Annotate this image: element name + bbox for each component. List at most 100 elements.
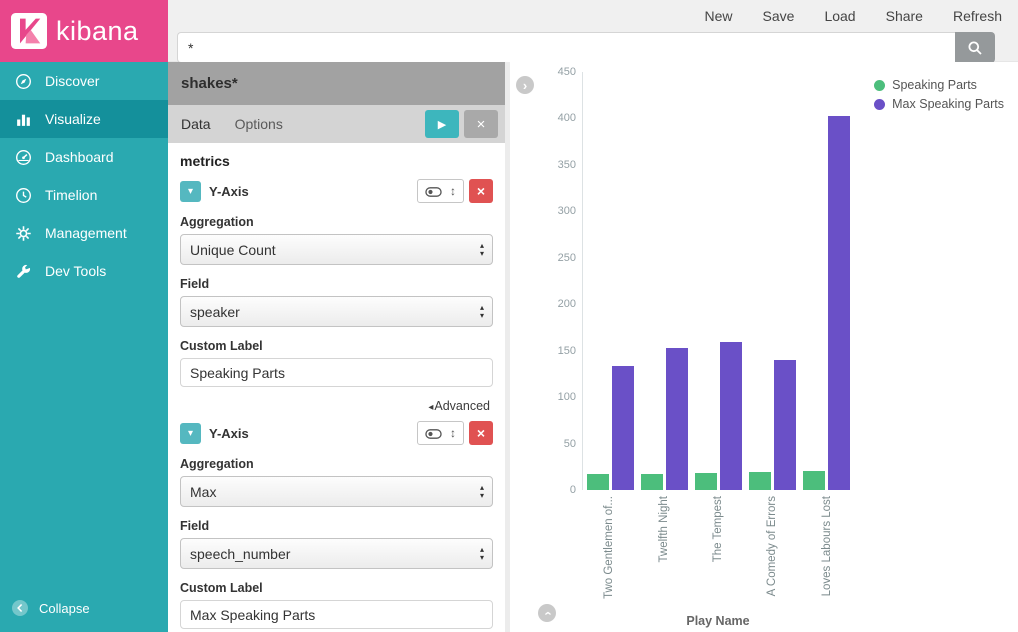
metrics-heading: metrics (180, 153, 493, 169)
x-tick-label: Two Gentlemen of... (603, 496, 615, 599)
y-tick-label: 350 (558, 159, 576, 171)
sidebar-item-visualize[interactable]: Visualize (0, 100, 168, 138)
topnav-refresh[interactable]: Refresh (953, 8, 1002, 24)
triangle-left-icon: ◂ (428, 402, 433, 413)
custom-label-input[interactable] (180, 600, 493, 629)
close-icon: × (477, 116, 486, 133)
bar[interactable] (695, 473, 717, 490)
aggregation-select[interactable]: Unique Count ▴▾ (180, 234, 493, 265)
visualize-icon (15, 111, 32, 128)
remove-agg-button[interactable]: × (469, 421, 493, 445)
sidebar-item-discover[interactable]: Discover (0, 62, 168, 100)
tab-options[interactable]: Options (235, 116, 283, 132)
field-select-value: speaker (190, 304, 240, 320)
bar[interactable] (828, 116, 850, 490)
x-tick-cell: Twelfth Night (636, 496, 690, 618)
x-tick-label: Loves Labours Lost (821, 496, 833, 596)
vis-editor-panel: shakes* Data Options ▶ × metrics ▾ Y-Axi… (168, 62, 505, 632)
y-axis: 050100150200250300350400450 (536, 72, 576, 490)
kibana-logo-icon (11, 13, 47, 49)
sidebar-item-label: Timelion (45, 187, 97, 203)
bar[interactable] (803, 471, 825, 490)
aggregation-select-value: Unique Count (190, 242, 276, 258)
x-tick-cell: The Tempest (691, 496, 745, 618)
y-tick-label: 450 (558, 66, 576, 78)
bar[interactable] (641, 474, 663, 490)
custom-label-input[interactable] (180, 358, 493, 387)
aggregation-select[interactable]: Max ▴▾ (180, 476, 493, 507)
y-tick-label: 250 (558, 252, 576, 264)
x-tick-cell: Loves Labours Lost (800, 496, 854, 618)
search-input[interactable] (177, 32, 955, 63)
sidebar-collapse-button[interactable]: Collapse (0, 584, 168, 632)
sidebar-item-timelion[interactable]: Timelion (0, 176, 168, 214)
advanced-toggle[interactable]: ◂Advanced (180, 399, 490, 413)
legend-marker (874, 99, 885, 110)
bar[interactable] (666, 348, 688, 490)
select-arrows-icon: ▴▾ (480, 484, 484, 500)
field-label: Field (180, 277, 493, 291)
sidebar-item-management[interactable]: Management (0, 214, 168, 252)
drag-handle-icon[interactable]: ↕ (450, 427, 456, 439)
chevron-up-icon: › (541, 611, 554, 615)
disable-toggle-icon[interactable] (425, 185, 442, 197)
field-select[interactable]: speaker ▴▾ (180, 296, 493, 327)
tab-data[interactable]: Data (181, 116, 211, 132)
bar-group (641, 72, 688, 490)
legend-item[interactable]: Speaking Parts (874, 78, 1004, 92)
discard-changes-button[interactable]: × (464, 110, 498, 138)
bar[interactable] (720, 342, 742, 490)
custom-label-label: Custom Label (180, 339, 493, 353)
app-title: kibana (56, 16, 139, 47)
search-button[interactable] (955, 32, 995, 63)
apply-changes-button[interactable]: ▶ (425, 110, 459, 138)
chevron-down-icon: ▾ (188, 428, 193, 439)
sidebar-item-dashboard[interactable]: Dashboard (0, 138, 168, 176)
aggregation-select-value: Max (190, 484, 216, 500)
sidebar-item-dev-tools[interactable]: Dev Tools (0, 252, 168, 290)
disable-toggle-icon[interactable] (425, 427, 442, 439)
play-icon: ▶ (438, 118, 446, 131)
remove-x-icon: × (477, 183, 485, 199)
legend-item[interactable]: Max Speaking Parts (874, 97, 1004, 111)
field-select[interactable]: speech_number ▴▾ (180, 538, 493, 569)
spy-panel-open-button[interactable]: › (538, 604, 556, 622)
kibana-logo[interactable]: kibana (0, 0, 168, 62)
topnav-load[interactable]: Load (824, 8, 855, 24)
dashboard-icon (15, 149, 32, 166)
topnav-new[interactable]: New (705, 8, 733, 24)
agg-collapse-button[interactable]: ▾ (180, 181, 201, 202)
x-tick-label: Twelfth Night (658, 496, 670, 562)
spy-panel-toggle[interactable]: › (516, 76, 534, 94)
select-arrows-icon: ▴▾ (480, 304, 484, 320)
bar-group (695, 72, 742, 490)
sidebar-item-label: Management (45, 225, 127, 241)
remove-agg-button[interactable]: × (469, 179, 493, 203)
topnav-share[interactable]: Share (886, 8, 923, 24)
agg-controls-pill: ↕ (417, 179, 464, 203)
agg-title: Y-Axis (209, 426, 417, 441)
bar[interactable] (749, 472, 771, 490)
aggregation-label: Aggregation (180, 215, 493, 229)
y-tick-label: 150 (558, 345, 576, 357)
toolbar-nav: New Save Load Share Refresh (705, 8, 1002, 24)
agg-controls-pill: ↕ (417, 421, 464, 445)
drag-handle-icon[interactable]: ↕ (450, 185, 456, 197)
plot-area (582, 72, 854, 490)
visualization-panel: › Speaking PartsMax Speaking Parts 05010… (510, 62, 1018, 632)
topnav-save[interactable]: Save (763, 8, 795, 24)
sidebar-item-label: Dashboard (45, 149, 114, 165)
agg-collapse-button[interactable]: ▾ (180, 423, 201, 444)
agg-header: ▾ Y-Axis ↕ × (180, 179, 493, 203)
y-tick-label: 200 (558, 298, 576, 310)
bar[interactable] (587, 474, 609, 490)
y-tick-label: 0 (570, 484, 576, 496)
bar[interactable] (774, 360, 796, 490)
y-tick-label: 400 (558, 112, 576, 124)
discover-icon (15, 73, 32, 90)
bar-group (803, 72, 850, 490)
agg-title: Y-Axis (209, 184, 417, 199)
bar[interactable] (612, 366, 634, 490)
sidebar-item-label: Dev Tools (45, 263, 106, 279)
top-bar: New Save Load Share Refresh (168, 0, 1018, 62)
